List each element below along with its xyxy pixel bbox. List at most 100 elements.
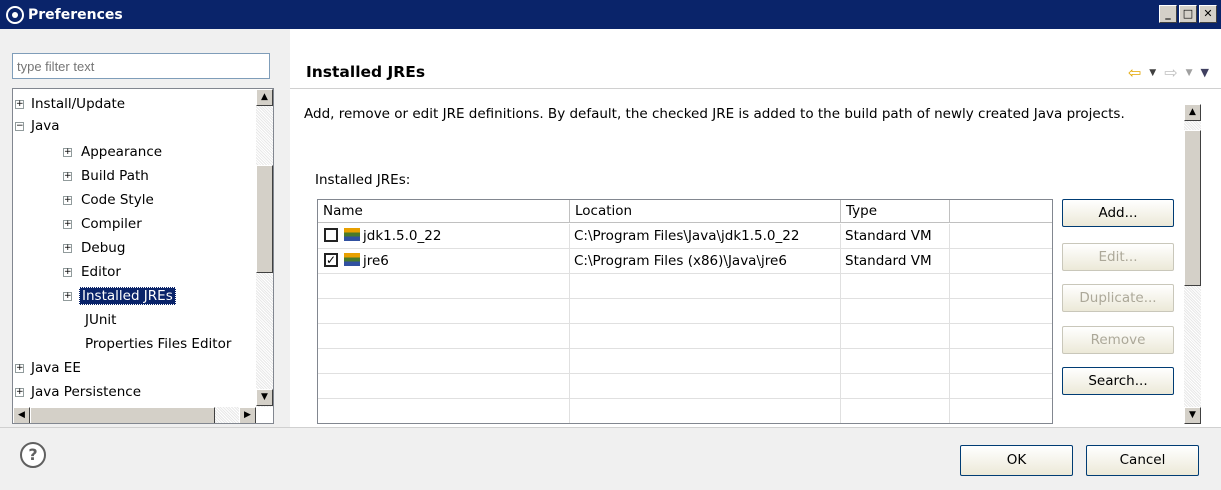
expand-icon[interactable]: + [15,100,24,109]
ok-button[interactable]: OK [960,445,1073,476]
preferences-tree[interactable]: + Install/Update − Java + Appearance + Build… [12,88,274,424]
jre-checkbox[interactable] [324,227,338,242]
tree-item-label: Install/Update [31,96,126,112]
expand-icon[interactable]: + [63,196,72,205]
expand-icon[interactable]: + [15,388,24,397]
jre-name-cell: jdk1.5.0_22 [318,224,570,249]
jre-name: jre6 [363,253,389,269]
jre-table[interactable]: Name Location Type jdk1.5.0_22 C:\Progra… [317,199,1053,424]
empty-row [318,399,1052,423]
cancel-button[interactable]: Cancel [1086,445,1199,476]
preferences-icon [6,5,24,24]
tree-vertical-scrollbar[interactable]: ▲ ▼ [256,89,273,407]
duplicate-button[interactable]: Duplicate... [1062,284,1174,312]
expand-icon[interactable]: + [63,244,72,253]
remove-button[interactable]: Remove [1062,326,1174,354]
tree-item-label: Debug [81,240,126,256]
tree-item-build-path[interactable]: + Build Path [63,165,149,187]
tree-item-installed-jres[interactable]: + Installed JREs [63,285,176,307]
forward-menu-icon[interactable]: ▼ [1186,68,1193,78]
view-menu-icon[interactable]: ▼ [1201,66,1209,79]
expand-icon[interactable]: + [63,268,72,277]
page-description: Add, remove or edit JRE definitions. By … [304,106,1125,122]
tree-item-label: Code Style [81,192,154,208]
empty-row [318,349,1052,374]
scroll-thumb[interactable] [30,407,215,423]
tree-item-label: Editor [81,264,121,280]
scroll-down-icon[interactable]: ▼ [256,389,273,406]
jre-library-icon [344,253,360,266]
table-row[interactable]: ✓ jre6 C:\Program Files (x86)\Java\jre6 S… [318,249,1052,274]
jre-name-cell: ✓ jre6 [318,249,570,274]
page-header: Installed JREs ⇦ ▼ ⇨ ▼ ▼ [290,55,1221,89]
tree-item-compiler[interactable]: + Compiler [63,213,142,235]
jre-location: C:\Program Files\Java\jdk1.5.0_22 [570,224,841,249]
tree-item-label: Installed JREs [79,287,176,305]
tree-item-java-ee[interactable]: + Java EE [15,357,81,379]
tree-item-label: Java [31,118,60,134]
close-button[interactable]: ✕ [1199,5,1217,23]
installed-jres-label: Installed JREs: [315,172,411,188]
edit-button[interactable]: Edit... [1062,243,1174,271]
jre-checkbox[interactable]: ✓ [324,252,338,267]
tree-item-label: Compiler [81,216,142,232]
expand-icon[interactable]: + [15,364,24,373]
table-row[interactable]: jdk1.5.0_22 C:\Program Files\Java\jdk1.5… [318,224,1052,249]
search-button[interactable]: Search... [1062,367,1174,395]
expand-icon[interactable]: + [63,220,72,229]
tree-item-appearance[interactable]: + Appearance [63,141,162,163]
tree-item-debug[interactable]: + Debug [63,237,125,259]
tree-item-label: JUnit [85,312,117,328]
tree-item-editor[interactable]: + Editor [63,261,121,283]
jre-library-icon [344,228,360,241]
scroll-thumb[interactable] [1184,130,1201,286]
tree-item-java-persistence[interactable]: + Java Persistence [15,381,141,403]
help-icon[interactable]: ? [20,442,46,468]
back-menu-icon[interactable]: ▼ [1149,68,1156,78]
jre-type: Standard VM [841,224,950,249]
empty-row [318,374,1052,399]
window-title: Preferences [28,6,123,23]
scroll-right-icon[interactable]: ▶ [239,407,256,423]
column-header-type[interactable]: Type [841,200,950,223]
jre-location: C:\Program Files (x86)\Java\jre6 [570,249,841,274]
tree-item-label: Build Path [81,168,149,184]
title-bar[interactable]: Preferences _ □ ✕ [0,0,1221,29]
scroll-up-icon[interactable]: ▲ [1184,104,1201,121]
content-vertical-scrollbar[interactable]: ▲ ▼ [1184,104,1201,424]
expand-icon[interactable]: + [63,172,72,181]
scroll-thumb[interactable] [256,165,273,273]
expand-icon[interactable]: + [63,148,72,157]
tree-item-properties-files-editor[interactable]: Properties Files Editor [85,333,231,355]
filter-input[interactable] [12,53,270,79]
column-header-location[interactable]: Location [570,200,841,223]
back-arrow-icon[interactable]: ⇦ [1128,63,1141,82]
tree-horizontal-scrollbar[interactable]: ◀ ▶ [13,407,256,423]
expand-icon[interactable]: + [63,292,72,301]
scroll-down-icon[interactable]: ▼ [1184,407,1201,424]
add-button[interactable]: Add... [1062,199,1174,227]
scroll-left-icon[interactable]: ◀ [13,407,30,423]
tree-item-install-update[interactable]: + Install/Update [15,93,125,115]
tree-item-label: Java Persistence [31,384,142,400]
maximize-button[interactable]: □ [1179,5,1197,23]
tree-item-code-style[interactable]: + Code Style [63,189,154,211]
minimize-button[interactable]: _ [1159,5,1177,23]
column-header-empty[interactable] [950,200,1052,223]
page-title: Installed JREs [306,63,426,81]
table-header: Name Location Type [318,200,1052,223]
collapse-icon[interactable]: − [15,122,24,131]
forward-arrow-icon[interactable]: ⇨ [1164,63,1177,82]
tree-item-junit[interactable]: JUnit [85,309,116,331]
column-header-name[interactable]: Name [318,200,570,223]
tree-item-label: Appearance [81,144,163,160]
navigation-controls: ⇦ ▼ ⇨ ▼ ▼ [1128,63,1209,82]
jre-type: Standard VM [841,249,950,274]
tree-item-java[interactable]: − Java [15,115,60,137]
tree-item-label: Java EE [31,360,81,376]
preferences-window: Preferences _ □ ✕ + Install/Update − Java … [0,0,1221,490]
tree-item-label: Properties Files Editor [85,336,232,352]
scroll-up-icon[interactable]: ▲ [256,89,273,106]
jre-name: jdk1.5.0_22 [363,228,442,244]
empty-row [318,274,1052,299]
